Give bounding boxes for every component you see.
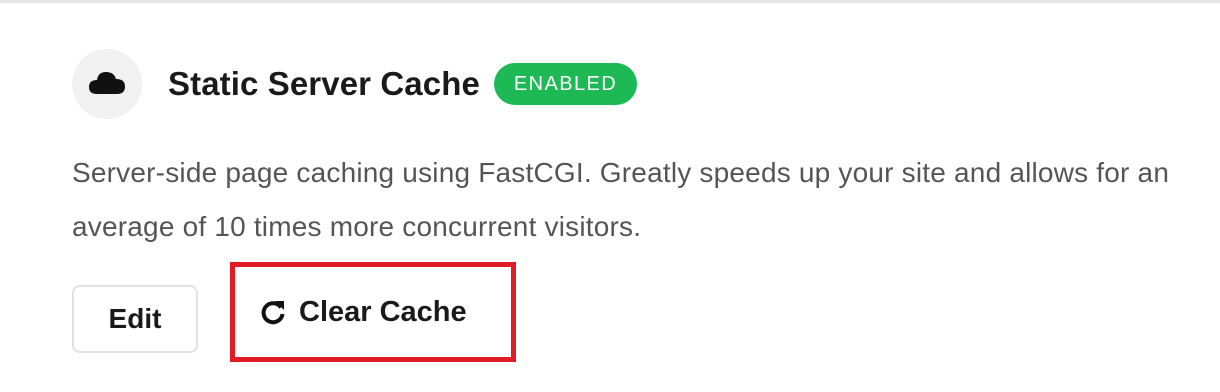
edit-button[interactable]: Edit: [72, 285, 198, 353]
edit-button-label: Edit: [108, 303, 162, 334]
card-title: Static Server Cache: [168, 65, 480, 102]
cloud-icon-container: [72, 49, 142, 119]
card-description: Server-side page caching using FastCGI. …: [72, 157, 1170, 242]
cloud-icon: [87, 69, 127, 100]
cache-settings-card: Static Server Cache ENABLED Server-side …: [0, 0, 1220, 392]
card-header: Static Server Cache ENABLED: [72, 48, 638, 120]
clear-cache-button[interactable]: Clear Cache: [230, 262, 516, 362]
card-actions: Edit Clear Cache: [72, 262, 516, 362]
refresh-icon: [259, 298, 287, 326]
status-badge: ENABLED: [493, 63, 638, 105]
clear-cache-button-label: Clear Cache: [299, 295, 467, 328]
